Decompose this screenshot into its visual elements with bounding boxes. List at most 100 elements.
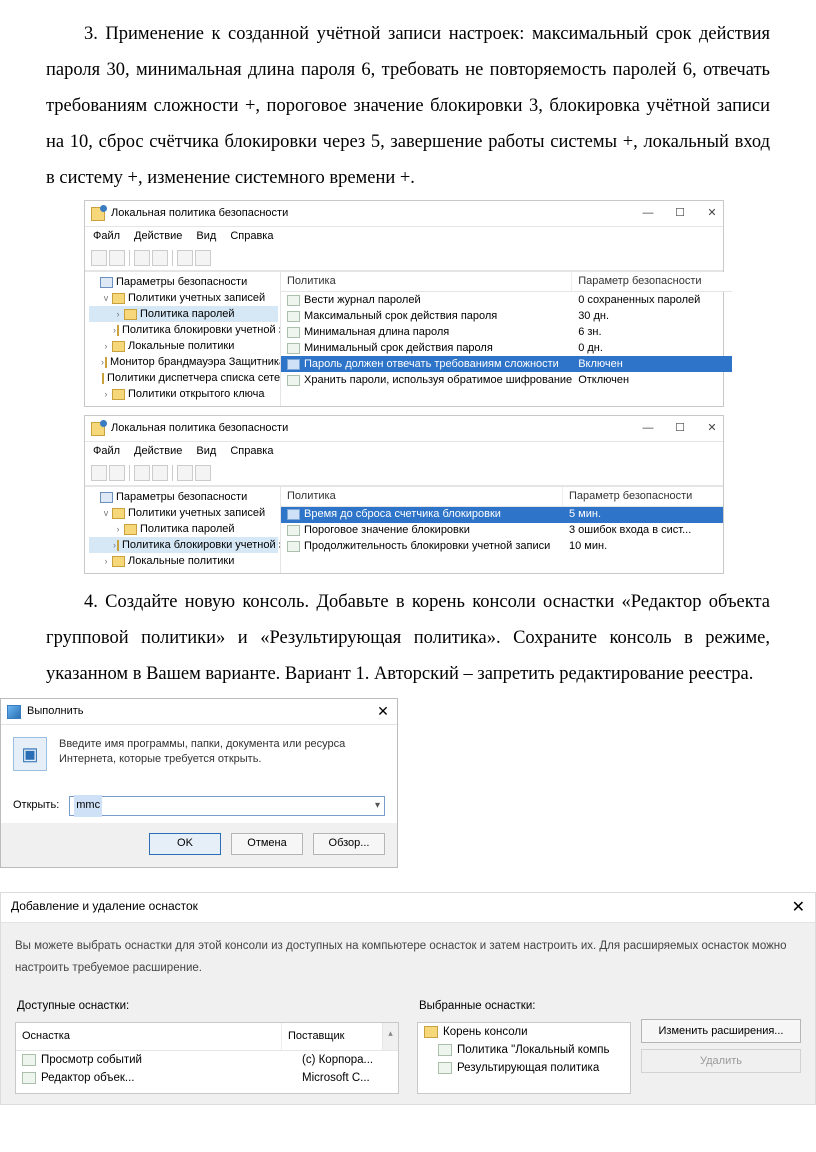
close-button[interactable]: ✕: [705, 421, 719, 436]
menu-bar[interactable]: Файл Действие Вид Справка: [85, 227, 723, 248]
tree-item[interactable]: vПолитики учетных записей: [89, 290, 278, 306]
menu-file[interactable]: Файл: [93, 444, 120, 459]
toolbar-button[interactable]: [91, 250, 107, 266]
toolbar-button[interactable]: [177, 465, 193, 481]
policy-list[interactable]: Политика Параметр безопасности Вести жур…: [281, 272, 732, 406]
tree-twist-icon[interactable]: ›: [101, 388, 111, 400]
maximize-button[interactable]: ☐: [673, 421, 687, 436]
tree-twist-icon[interactable]: v: [101, 292, 111, 304]
title-bar[interactable]: Локальная политика безопасности — ☐ ✕: [85, 416, 723, 442]
folder-icon: [117, 540, 119, 551]
tree-item-label: Монитор брандмауэра Защитника: [110, 355, 281, 370]
menu-bar[interactable]: Файл Действие Вид Справка: [85, 442, 723, 463]
toolbar[interactable]: [85, 248, 723, 271]
tree-twist-icon[interactable]: ›: [113, 308, 123, 320]
scrollbar-up-icon[interactable]: [382, 1023, 398, 1050]
nav-tree[interactable]: Параметры безопасностиvПолитики учетных …: [85, 487, 281, 573]
selected-list[interactable]: Корень консолиПолитика "Локальный компьР…: [417, 1022, 631, 1094]
menu-help[interactable]: Справка: [230, 229, 273, 244]
tree-twist-icon[interactable]: v: [101, 507, 111, 519]
menu-file[interactable]: Файл: [93, 229, 120, 244]
open-value: mmc: [74, 795, 102, 816]
policy-row[interactable]: Хранить пароли, используя обратимое шифр…: [281, 372, 732, 388]
menu-action[interactable]: Действие: [134, 444, 182, 459]
cancel-button[interactable]: Отмена: [231, 833, 303, 855]
tree-twist-icon[interactable]: ›: [113, 539, 116, 551]
policy-row[interactable]: Пароль должен отвечать требованиям сложн…: [281, 356, 732, 372]
menu-action[interactable]: Действие: [134, 229, 182, 244]
col-vendor[interactable]: Поставщик: [282, 1023, 382, 1050]
col-setting[interactable]: Параметр безопасности: [563, 487, 723, 506]
toolbar-button[interactable]: [109, 465, 125, 481]
tree-item[interactable]: ›Политика блокировки учетной з: [89, 537, 278, 553]
ok-button[interactable]: OK: [149, 833, 221, 855]
tree-item[interactable]: Политики диспетчера списка сетей: [89, 370, 278, 386]
policy-row[interactable]: Максимальный срок действия пароля30 дн.: [281, 308, 732, 324]
snapin-icon: [22, 1072, 36, 1084]
remove-button[interactable]: Удалить: [641, 1049, 801, 1073]
tree-item[interactable]: › Монитор брандмауэра Защитника: [89, 354, 278, 370]
toolbar-button[interactable]: [152, 250, 168, 266]
policy-row[interactable]: Минимальная длина пароля6 зн.: [281, 324, 732, 340]
toolbar-button[interactable]: [134, 250, 150, 266]
tree-twist-icon[interactable]: ›: [101, 356, 104, 368]
col-setting[interactable]: Параметр безопасности: [572, 272, 732, 291]
toolbar-button[interactable]: [177, 250, 193, 266]
tree-twist-icon[interactable]: ›: [101, 340, 111, 352]
policy-row[interactable]: Пороговое значение блокировки3 ошибок вх…: [281, 523, 723, 539]
folder-icon: [105, 357, 107, 368]
selected-snapin-row[interactable]: Результирующая политика: [418, 1059, 630, 1077]
toolbar-button[interactable]: [109, 250, 125, 266]
tree-item[interactable]: ›Локальные политики: [89, 338, 278, 354]
policy-list[interactable]: Политика Параметр безопасности Время до …: [281, 487, 723, 573]
close-button[interactable]: ✕: [792, 892, 805, 923]
tree-item[interactable]: ›Политика блокировки учетной з: [89, 322, 278, 338]
title-bar[interactable]: Добавление и удаление оснасток ✕: [1, 893, 815, 923]
browse-button[interactable]: Обзор...: [313, 833, 385, 855]
close-button[interactable]: ✕: [705, 206, 719, 221]
minimize-button[interactable]: —: [641, 206, 655, 221]
tree-item[interactable]: Параметры безопасности: [89, 489, 278, 505]
title-bar[interactable]: Выполнить ✕: [1, 699, 397, 725]
toolbar[interactable]: [85, 463, 723, 486]
tree-item-label: Политика паролей: [140, 522, 235, 537]
secpol-window-1: Локальная политика безопасности — ☐ ✕ Фа…: [84, 200, 724, 407]
menu-help[interactable]: Справка: [230, 444, 273, 459]
tree-item[interactable]: Параметры безопасности: [89, 274, 278, 290]
col-policy[interactable]: Политика: [281, 272, 572, 291]
policy-row[interactable]: Минимальный срок действия пароля0 дн.: [281, 340, 732, 356]
minimize-button[interactable]: —: [641, 421, 655, 436]
menu-view[interactable]: Вид: [196, 229, 216, 244]
shield-icon: [100, 277, 113, 288]
policy-row[interactable]: Продолжительность блокировки учетной зап…: [281, 539, 723, 555]
tree-item[interactable]: › Политика паролей: [89, 521, 278, 537]
nav-tree[interactable]: Параметры безопасностиvПолитики учетных …: [85, 272, 281, 406]
policy-row[interactable]: Время до сброса счетчика блокировки5 мин…: [281, 507, 723, 523]
tree-twist-icon[interactable]: ›: [113, 324, 116, 336]
toolbar-button[interactable]: [195, 250, 211, 266]
toolbar-button[interactable]: [195, 465, 211, 481]
toolbar-button[interactable]: [91, 465, 107, 481]
policy-icon: [287, 311, 300, 322]
tree-item[interactable]: ›Политика паролей: [89, 306, 278, 322]
policy-name: Пороговое значение блокировки: [304, 523, 563, 538]
toolbar-button[interactable]: [152, 465, 168, 481]
menu-view[interactable]: Вид: [196, 444, 216, 459]
edit-extensions-button[interactable]: Изменить расширения...: [641, 1019, 801, 1043]
maximize-button[interactable]: ☐: [673, 206, 687, 221]
open-combobox[interactable]: mmc: [69, 796, 385, 816]
col-snapin[interactable]: Оснастка: [16, 1023, 282, 1050]
col-policy[interactable]: Политика: [281, 487, 563, 506]
available-list[interactable]: Оснастка Поставщик Просмотр событий(c) К…: [15, 1022, 399, 1094]
title-bar[interactable]: Локальная политика безопасности — ☐ ✕: [85, 201, 723, 227]
toolbar-button[interactable]: [134, 465, 150, 481]
close-button[interactable]: ✕: [375, 698, 391, 725]
available-snapin-row[interactable]: Редактор объек...Microsoft C...: [16, 1069, 398, 1087]
tree-twist-icon[interactable]: ›: [113, 523, 123, 535]
tree-item[interactable]: ›Политики открытого ключа: [89, 386, 278, 402]
tree-item[interactable]: vПолитики учетных записей: [89, 505, 278, 521]
policy-row[interactable]: Вести журнал паролей0 сохраненных пароле…: [281, 292, 732, 308]
tree-twist-icon[interactable]: ›: [101, 555, 111, 567]
tree-item[interactable]: ›Локальные политики: [89, 553, 278, 569]
policy-icon: [287, 327, 300, 338]
